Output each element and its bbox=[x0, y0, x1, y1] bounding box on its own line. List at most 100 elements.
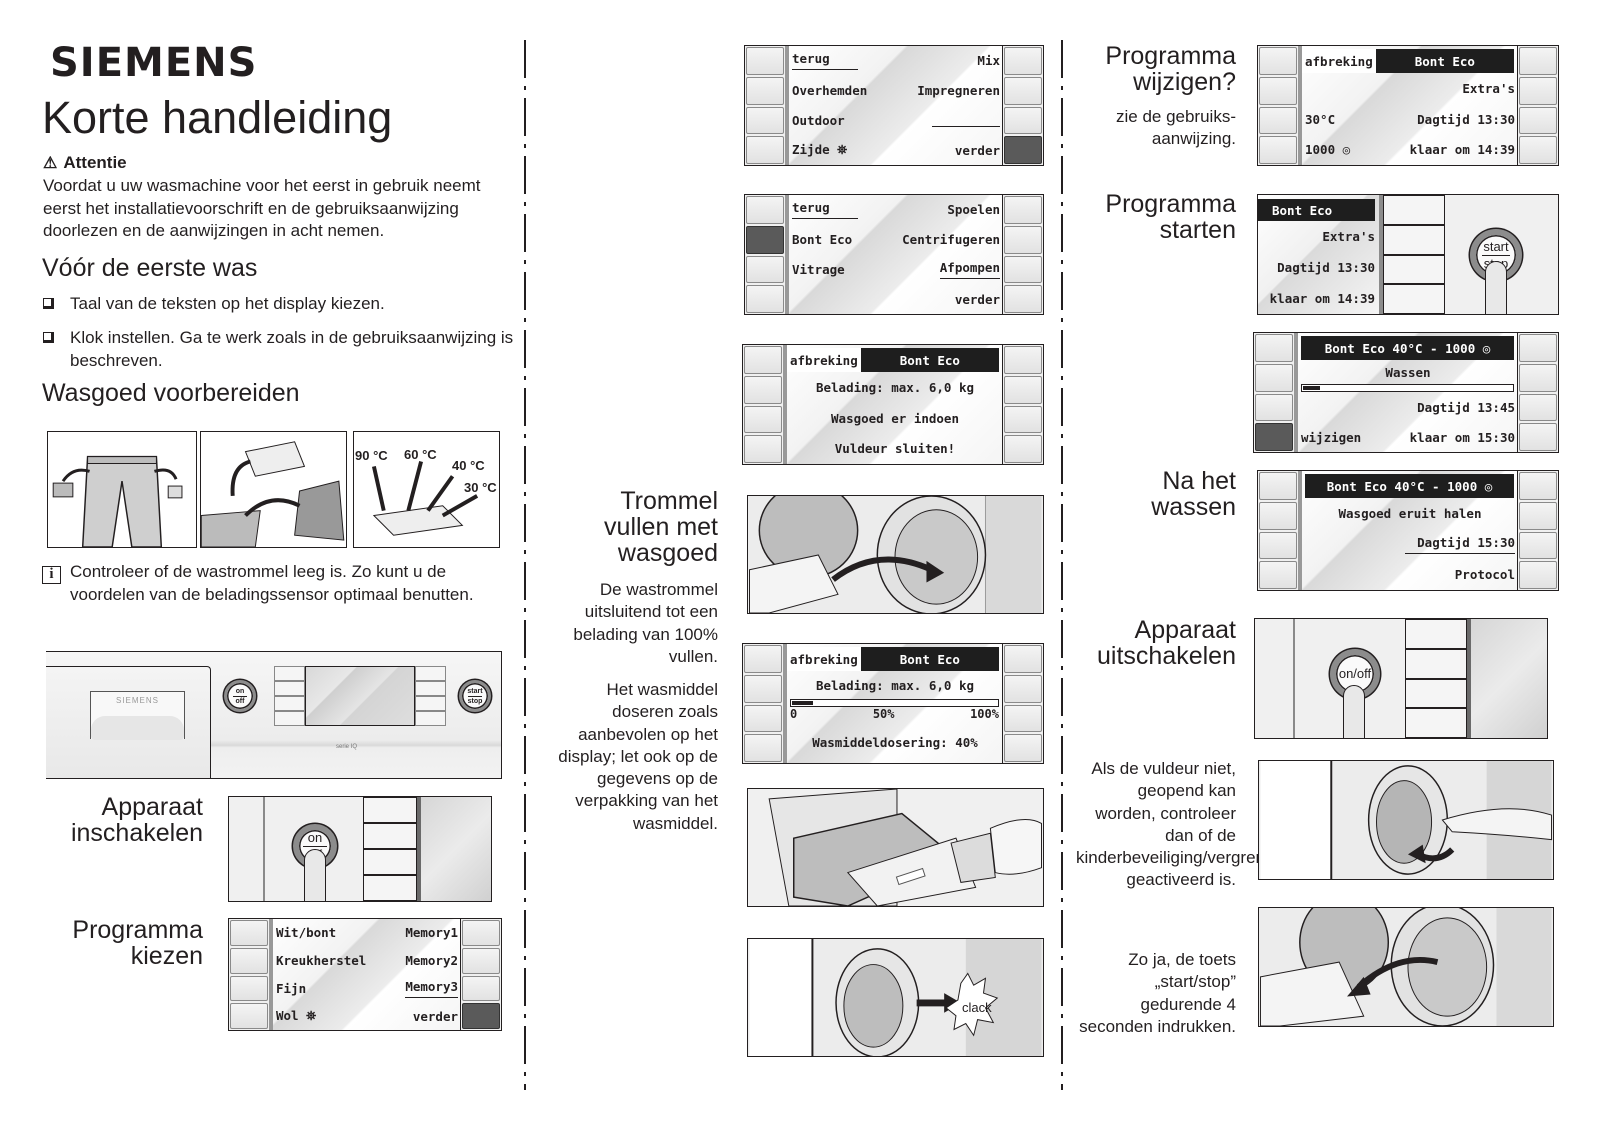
display-key[interactable] bbox=[1004, 734, 1042, 762]
start-stop-button[interactable]: start stop bbox=[459, 680, 491, 712]
display-key[interactable] bbox=[744, 734, 782, 762]
display-key[interactable] bbox=[1004, 645, 1042, 673]
display-key[interactable] bbox=[1259, 561, 1297, 589]
display-key[interactable] bbox=[1383, 284, 1445, 314]
display-key[interactable] bbox=[744, 435, 782, 463]
display-key[interactable] bbox=[1004, 196, 1042, 224]
panel-key[interactable] bbox=[415, 681, 446, 696]
display-key[interactable] bbox=[1004, 76, 1042, 105]
display-key[interactable] bbox=[230, 920, 268, 946]
display-key[interactable] bbox=[462, 975, 500, 1002]
display-key[interactable] bbox=[1383, 195, 1445, 225]
display-key[interactable] bbox=[746, 106, 784, 135]
display-key-active[interactable] bbox=[1255, 423, 1293, 451]
display-key[interactable] bbox=[1004, 255, 1042, 284]
display-key[interactable] bbox=[1004, 405, 1042, 434]
display-key[interactable] bbox=[1259, 106, 1297, 135]
display-key[interactable] bbox=[1255, 334, 1293, 362]
display-key[interactable] bbox=[744, 375, 782, 404]
display-key[interactable] bbox=[1255, 363, 1293, 392]
menu-item-selected[interactable]: Bont Eco bbox=[792, 232, 852, 247]
time-of-day[interactable]: Dagtijd 13:30 bbox=[1277, 260, 1375, 275]
menu-item-more[interactable]: verder bbox=[413, 1009, 458, 1024]
ready-at-option[interactable]: klaar om 14:39 bbox=[1410, 142, 1515, 157]
panel-key[interactable] bbox=[415, 696, 446, 711]
display-key[interactable] bbox=[1383, 254, 1445, 285]
protocol-option[interactable]: Protocol bbox=[1455, 567, 1515, 582]
temperature-option[interactable]: 30°C bbox=[1305, 112, 1335, 127]
menu-item-back[interactable]: terug bbox=[792, 51, 858, 71]
display-key[interactable] bbox=[1519, 501, 1557, 530]
detergent-drawer[interactable]: SIEMENS bbox=[46, 666, 211, 778]
display-key[interactable] bbox=[1519, 472, 1557, 500]
display-key[interactable] bbox=[746, 285, 784, 313]
cancel-option[interactable]: afbreking bbox=[1302, 49, 1376, 73]
display-key[interactable] bbox=[1519, 47, 1557, 75]
display-key[interactable] bbox=[1259, 531, 1297, 560]
display-key[interactable] bbox=[744, 346, 782, 374]
display-key[interactable] bbox=[1004, 47, 1042, 75]
panel-key[interactable] bbox=[274, 666, 305, 681]
menu-item[interactable]: Mix bbox=[977, 53, 1000, 68]
display-key[interactable] bbox=[1259, 76, 1297, 105]
menu-item[interactable]: Outdoor bbox=[792, 113, 845, 128]
display-key[interactable] bbox=[1004, 435, 1042, 463]
display-key[interactable] bbox=[462, 920, 500, 946]
display-key[interactable] bbox=[1004, 285, 1042, 313]
extras-option[interactable]: Extra's bbox=[1462, 81, 1515, 96]
panel-key[interactable] bbox=[274, 711, 305, 726]
drawer-handle[interactable]: SIEMENS bbox=[90, 691, 185, 740]
display-key[interactable] bbox=[230, 1003, 268, 1029]
display-key[interactable] bbox=[1004, 225, 1042, 254]
menu-item[interactable]: Kreukherstel bbox=[276, 953, 366, 968]
menu-item[interactable]: Afpompen bbox=[939, 260, 1000, 279]
menu-item[interactable]: Vitrage bbox=[792, 262, 845, 277]
menu-item[interactable]: Overhemden bbox=[792, 83, 867, 98]
display-key[interactable] bbox=[1004, 704, 1042, 733]
extras-option[interactable]: Extra's bbox=[1322, 229, 1375, 244]
time-of-day[interactable]: Dagtijd 13:30 bbox=[1417, 112, 1515, 127]
panel-key[interactable] bbox=[415, 666, 446, 681]
display-key[interactable] bbox=[1519, 423, 1557, 451]
display-key[interactable] bbox=[1519, 76, 1557, 105]
menu-item[interactable]: Memory1 bbox=[405, 925, 458, 940]
display-key[interactable] bbox=[1519, 561, 1557, 589]
menu-item-more[interactable]: verder bbox=[955, 292, 1000, 307]
menu-item-back[interactable]: terug bbox=[792, 200, 858, 220]
display-key[interactable] bbox=[744, 645, 782, 673]
display-key[interactable] bbox=[746, 76, 784, 105]
menu-item[interactable]: Memory2 bbox=[405, 953, 458, 968]
cancel-option[interactable]: afbreking bbox=[787, 647, 861, 671]
display-key-active[interactable] bbox=[746, 225, 784, 254]
display-key[interactable] bbox=[1259, 472, 1297, 500]
display-key[interactable] bbox=[744, 674, 782, 703]
panel-key[interactable] bbox=[415, 711, 446, 726]
menu-item[interactable]: Zijde bbox=[792, 142, 830, 157]
display-key[interactable] bbox=[746, 136, 784, 164]
display-key[interactable] bbox=[1004, 375, 1042, 404]
display-key[interactable] bbox=[1519, 531, 1557, 560]
display-key[interactable] bbox=[1259, 136, 1297, 164]
menu-item[interactable]: Impregneren bbox=[917, 83, 1000, 98]
display-key[interactable] bbox=[1519, 334, 1557, 362]
display-key[interactable] bbox=[746, 196, 784, 224]
cancel-option[interactable]: afbreking bbox=[787, 348, 861, 372]
display-key[interactable] bbox=[1259, 47, 1297, 75]
menu-item[interactable]: Wol bbox=[276, 1008, 299, 1023]
menu-item[interactable]: Fijn bbox=[276, 981, 306, 996]
display-key[interactable] bbox=[1383, 224, 1445, 255]
panel-key[interactable] bbox=[274, 696, 305, 711]
change-option[interactable]: wijzigen bbox=[1301, 430, 1361, 445]
spin-speed-option[interactable]: 1000 bbox=[1305, 142, 1335, 157]
display-key[interactable] bbox=[1519, 393, 1557, 422]
display-key[interactable] bbox=[1004, 106, 1042, 135]
display-key[interactable] bbox=[1259, 501, 1297, 530]
menu-item[interactable]: Centrifugeren bbox=[902, 232, 1000, 247]
menu-item[interactable]: Memory3 bbox=[405, 979, 458, 998]
display-key[interactable] bbox=[1519, 363, 1557, 392]
display-key[interactable] bbox=[1004, 674, 1042, 703]
display-key[interactable] bbox=[230, 975, 268, 1002]
display-key[interactable] bbox=[744, 704, 782, 733]
display-key[interactable] bbox=[746, 47, 784, 75]
display-key[interactable] bbox=[1004, 346, 1042, 374]
